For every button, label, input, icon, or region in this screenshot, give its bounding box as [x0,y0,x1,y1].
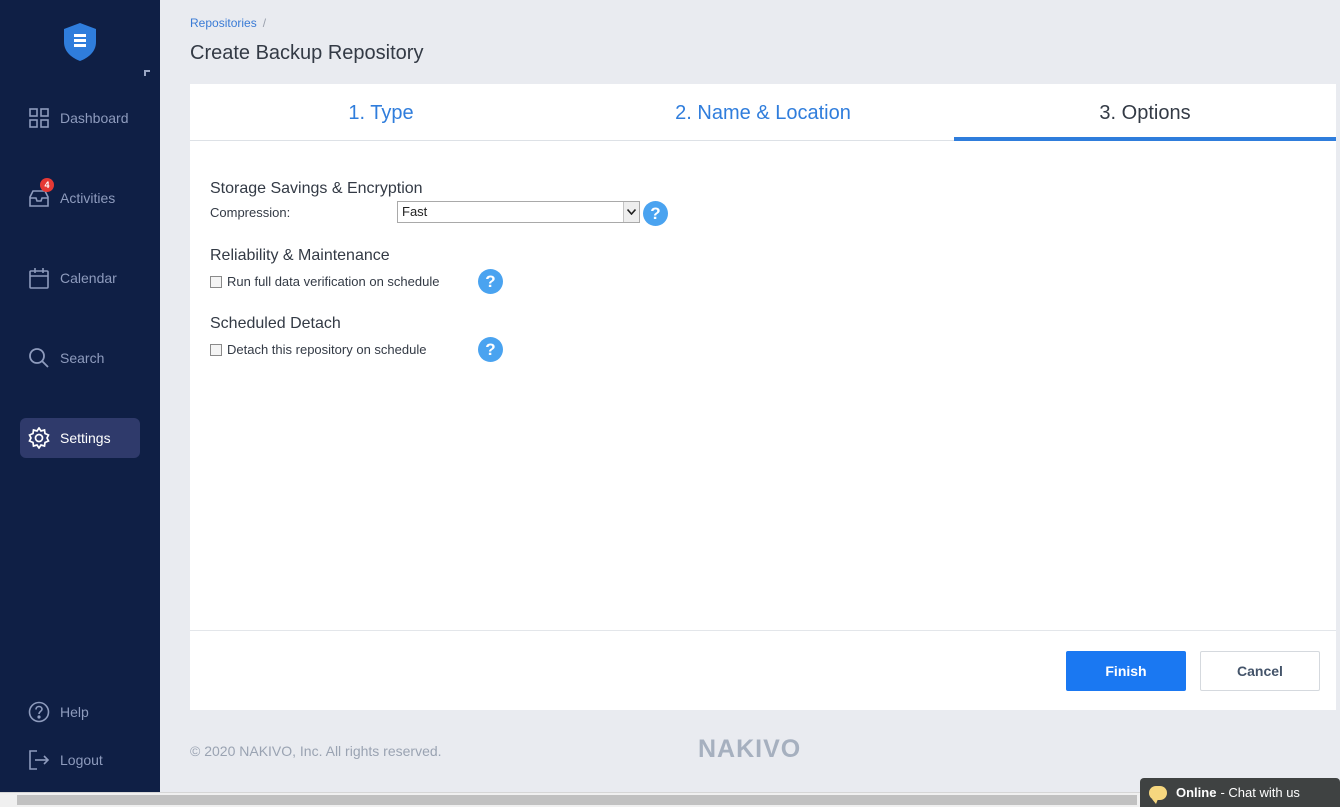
sidebar-item-label: Search [60,350,105,366]
storage-section-title: Storage Savings & Encryption [210,180,423,197]
finish-button[interactable]: Finish [1066,651,1186,691]
gear-icon [28,427,50,449]
breadcrumb-link-repositories[interactable]: Repositories [190,16,257,30]
sidebar: Dashboard 4 Activities Calendar Search S… [0,0,160,792]
divider [190,630,1336,631]
collapse-sidebar-icon[interactable] [144,70,150,76]
sidebar-item-label: Calendar [60,270,117,286]
brand-logo: NAKIVO [698,735,802,763]
breadcrumb: Repositories / [190,16,266,30]
scrollbar-thumb[interactable] [17,795,1137,805]
sidebar-item-settings[interactable]: Settings [20,418,140,458]
sidebar-item-label: Help [60,704,89,720]
verification-help-icon[interactable]: ? [478,269,503,294]
tab-name-location[interactable]: 2. Name & Location [572,84,954,141]
calendar-icon [28,267,50,289]
sidebar-item-label: Dashboard [60,110,129,126]
compression-value: Fast [402,204,428,219]
verification-option: Run full data verification on schedule [210,274,439,289]
chat-bubble-icon [1149,785,1167,804]
compression-help-icon[interactable]: ? [643,201,668,226]
page-title: Create Backup Repository [190,42,424,64]
detach-option: Detach this repository on schedule [210,342,426,357]
sidebar-item-activities[interactable]: 4 Activities [20,178,140,218]
sidebar-item-dashboard[interactable]: Dashboard [20,98,140,138]
sidebar-item-search[interactable]: Search [20,338,140,378]
chevron-down-icon[interactable] [623,202,639,222]
tab-options[interactable]: 3. Options [954,84,1336,141]
sidebar-item-help[interactable]: Help [20,692,140,732]
detach-label[interactable]: Detach this repository on schedule [227,342,426,357]
sidebar-item-logout[interactable]: Logout [20,740,140,780]
activities-count-badge: 4 [40,178,54,192]
inbox-icon: 4 [28,178,54,209]
logout-icon [28,749,50,771]
detach-help-icon[interactable]: ? [478,337,503,362]
chat-text: - Chat with us [1220,785,1300,800]
copyright-text: © 2020 NAKIVO, Inc. All rights reserved. [190,743,442,759]
horizontal-scrollbar[interactable] [0,792,1340,807]
shield-logo-icon[interactable] [63,22,97,62]
wizard-panel: 1. Type 2. Name & Location 3. Options St… [190,84,1336,710]
cancel-button[interactable]: Cancel [1200,651,1320,691]
chat-widget[interactable]: Online - Chat with us [1140,778,1340,807]
verification-checkbox[interactable] [210,275,222,288]
verification-label[interactable]: Run full data verification on schedule [227,274,439,289]
sidebar-item-label: Settings [60,430,111,446]
tab-type[interactable]: 1. Type [190,84,572,141]
chat-status: Online [1176,785,1217,800]
breadcrumb-separator: / [262,16,267,30]
sidebar-item-label: Logout [60,752,103,768]
wizard-tabs: 1. Type 2. Name & Location 3. Options [190,84,1336,141]
sidebar-item-label: Activities [60,190,116,206]
reliability-section-title: Reliability & Maintenance [210,247,390,264]
grid-icon [28,107,50,129]
question-circle-icon [28,701,50,723]
compression-select[interactable]: Fast [397,201,640,223]
detach-checkbox[interactable] [210,343,222,356]
sidebar-item-calendar[interactable]: Calendar [20,258,140,298]
search-icon [28,347,50,369]
compression-label: Compression: [210,205,291,220]
detach-section-title: Scheduled Detach [210,315,341,332]
